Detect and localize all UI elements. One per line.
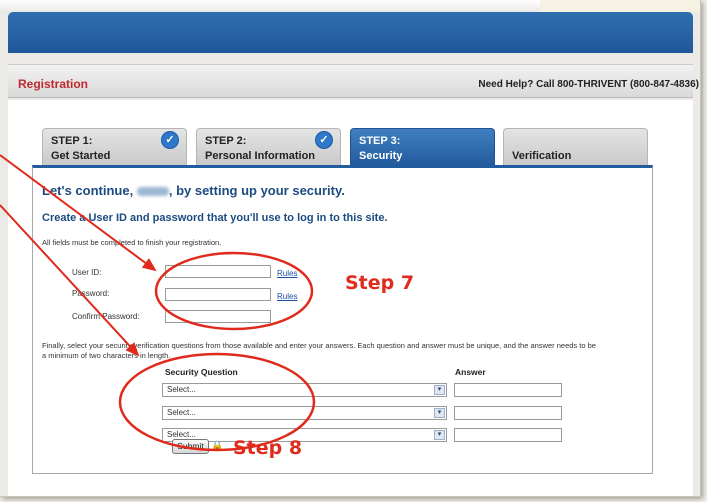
form-subheading: Create a User ID and password that you'l… — [42, 212, 388, 224]
lock-icon: 🔒 — [211, 441, 224, 452]
chevron-down-icon: ▾ — [434, 408, 445, 418]
user-id-input[interactable] — [165, 265, 271, 278]
submit-button[interactable]: Submit — [172, 439, 209, 454]
answer-header: Answer — [455, 367, 486, 377]
annotation-step8: Step 8 — [233, 437, 303, 459]
step-tab-security[interactable]: STEP 3: Security — [350, 128, 495, 165]
checkmark-icon: ✓ — [161, 131, 179, 149]
answer-input-1[interactable] — [454, 383, 562, 397]
password-input[interactable] — [165, 288, 271, 301]
site-header-bar — [8, 12, 693, 53]
step-tab-verification[interactable]: Verification — [503, 128, 648, 165]
user-id-rules-link[interactable]: Rules — [277, 269, 297, 278]
registration-bar: Registration Need Help? Call 800-THRIVEN… — [8, 64, 699, 98]
password-label: Password: — [72, 289, 110, 298]
user-id-label: User ID: — [72, 268, 102, 277]
security-question-select-2[interactable]: Select... ▾ — [162, 406, 447, 420]
step-tab-get-started[interactable]: STEP 1: Get Started ✓ — [42, 128, 187, 165]
redacted-name — [136, 187, 169, 197]
answer-input-2[interactable] — [454, 406, 562, 420]
required-note: All fields must be completed to finish y… — [42, 238, 222, 247]
form-heading: Let's continue, , by setting up your sec… — [42, 183, 345, 198]
help-phone-text: Need Help? Call 800-THRIVENT (800-847-48… — [478, 79, 699, 90]
confirm-password-input[interactable] — [165, 310, 271, 323]
annotation-step7: Step 7 — [345, 272, 415, 294]
chevron-down-icon: ▾ — [434, 430, 445, 440]
top-strip — [0, 0, 700, 12]
page-title: Registration — [18, 77, 89, 91]
security-question-header: Security Question — [165, 367, 238, 377]
confirm-password-label: Confirm Password: — [72, 312, 140, 321]
password-rules-link[interactable]: Rules — [277, 292, 297, 301]
step-tab-personal-information[interactable]: STEP 2: Personal Information ✓ — [196, 128, 341, 165]
security-question-select-1[interactable]: Select... ▾ — [162, 383, 447, 397]
chevron-down-icon: ▾ — [434, 385, 445, 395]
answer-input-3[interactable] — [454, 428, 562, 442]
security-instructions: Finally, select your security verificati… — [42, 341, 596, 360]
checkmark-icon: ✓ — [315, 131, 333, 149]
